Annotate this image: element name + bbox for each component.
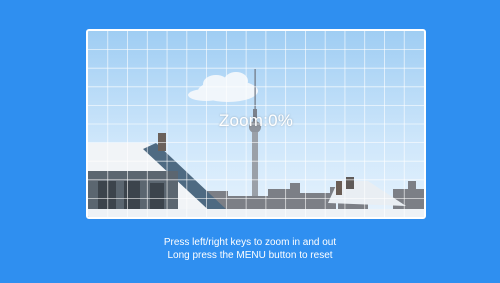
- instruction-zoom: Press left/right keys to zoom in and out: [163, 237, 337, 248]
- instruction-reset: Long press the MENU button to reset: [167, 250, 333, 261]
- zoom-value: 0%: [268, 111, 294, 130]
- instructions: Press left/right keys to zoom in and out…: [0, 236, 500, 262]
- camera-preview: Zoom: 0%: [86, 29, 426, 219]
- zoom-indicator: Zoom: 0%: [88, 31, 424, 214]
- zoom-label: Zoom:: [218, 111, 269, 130]
